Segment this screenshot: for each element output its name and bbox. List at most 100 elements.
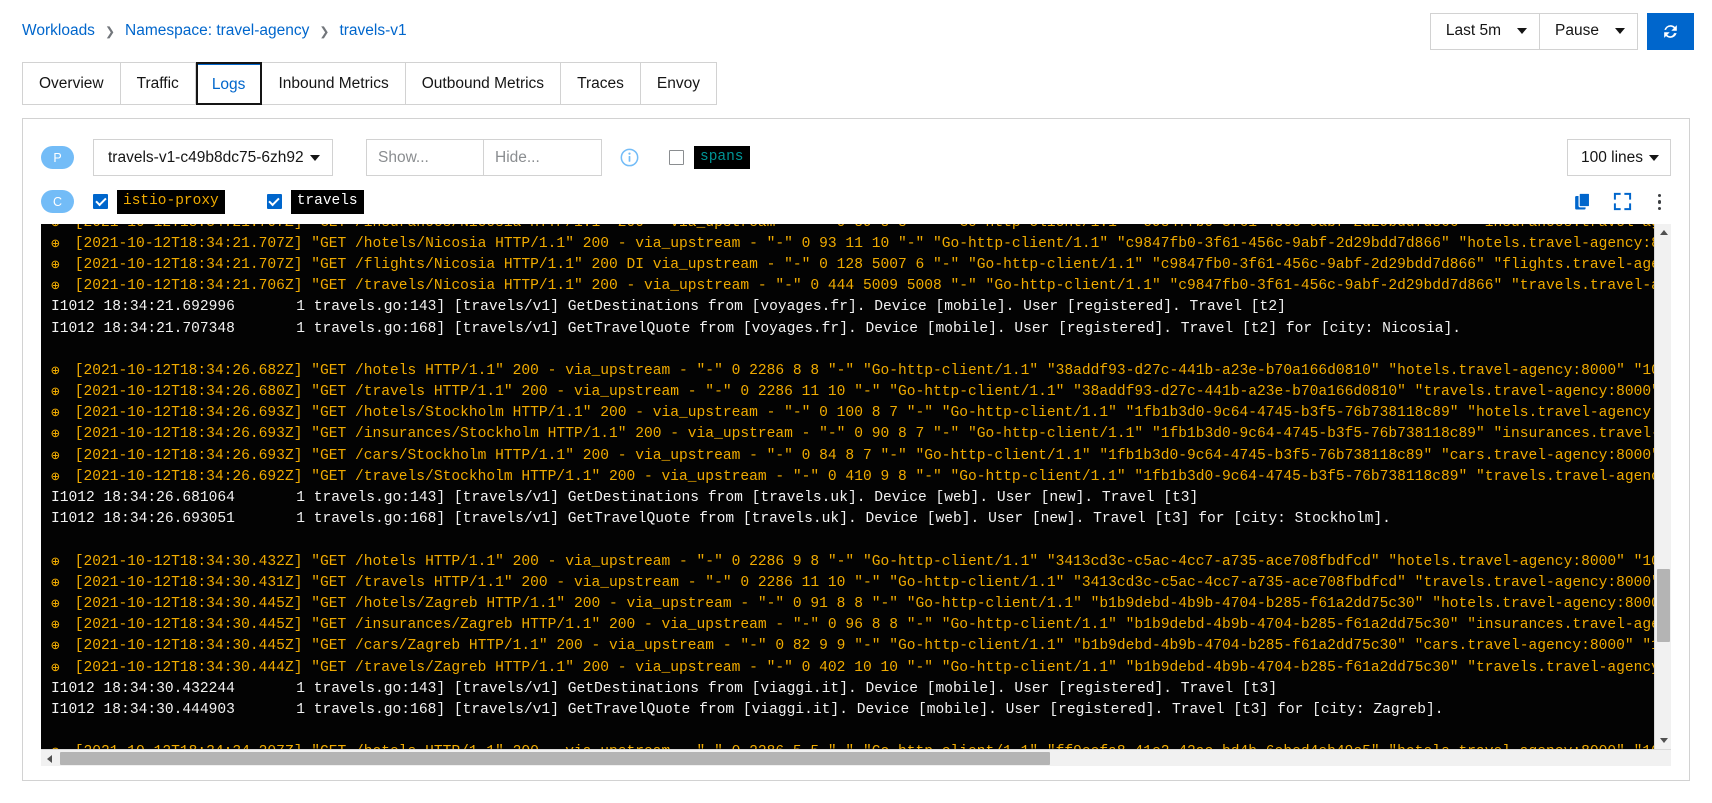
time-range-select[interactable]: Last 5m (1429, 12, 1541, 50)
log-line: ⊕ [2021-10-12T18:34:34.207Z] "GET /hotel… (41, 742, 1654, 749)
clock-icon: ⊕ (51, 639, 60, 656)
chevron-down-icon (1517, 28, 1528, 34)
clock-icon: ⊕ (51, 406, 60, 423)
container-badge: C (41, 190, 74, 214)
card-footer-spacer (41, 766, 1671, 780)
max-lines-value: 100 lines (1581, 148, 1644, 166)
clock-icon: ⊕ (51, 279, 60, 296)
kebab-dot (1657, 206, 1661, 211)
more-options-button[interactable] (1652, 192, 1668, 213)
container-label-istio-proxy[interactable]: istio-proxy (117, 190, 225, 214)
container-checkbox-istio-proxy[interactable] (93, 194, 108, 210)
breadcrumb-item-workload[interactable]: travels-v1 (339, 22, 406, 40)
spans-toggle-group: spans (669, 145, 750, 170)
info-circle-icon[interactable] (620, 148, 639, 167)
log-viewer: ⊕ [2021-10-12T18:34:21.707Z] "GET /insur… (41, 223, 1671, 780)
top-bar: Workloads ❯ Namespace: travel-agency ❯ t… (0, 0, 1712, 62)
log-line: ⊕ [2021-10-12T18:34:30.431Z] "GET /trave… (41, 573, 1654, 594)
tab-logs[interactable]: Logs (195, 62, 263, 105)
pod-select[interactable]: travels-v1-c49b8dc75-6zh92 (93, 139, 333, 176)
show-filter-input[interactable] (366, 139, 484, 176)
chevron-down-icon (1615, 28, 1625, 34)
clock-icon: ⊕ (51, 660, 60, 677)
log-vertical-scrollbar[interactable] (1654, 223, 1671, 749)
clock-icon: ⊕ (51, 257, 60, 274)
log-output[interactable]: ⊕ [2021-10-12T18:34:21.707Z] "GET /insur… (41, 224, 1654, 749)
refresh-button[interactable] (1647, 12, 1694, 50)
log-line: I1012 18:34:30.444903 1 travels.go:168] … (51, 701, 1444, 718)
logs-toolbar-row-pod: P travels-v1-c49b8dc75-6zh92 Show... Hid… (41, 139, 1671, 176)
log-line: ⊕ [2021-10-12T18:34:21.707Z] "GET /fligh… (41, 255, 1654, 276)
tab-traces[interactable]: Traces (561, 62, 641, 105)
refresh-icon (1664, 24, 1677, 38)
expand-button[interactable] (1613, 192, 1632, 211)
clock-icon: ⊕ (51, 363, 60, 380)
copy-button[interactable] (1574, 192, 1593, 211)
container-checkbox-travels[interactable] (266, 194, 282, 210)
chevron-down-icon (310, 154, 320, 161)
tab-traffic[interactable]: Traffic (120, 62, 196, 105)
workload-tabs: Overview Traffic Logs Inbound Metrics Ou… (0, 62, 1712, 106)
log-filter-group (366, 139, 602, 176)
tab-inbound-metrics[interactable]: Inbound Metrics (262, 62, 406, 105)
log-line: ⊕ [2021-10-12T18:34:21.707Z] "GET /insur… (41, 224, 1654, 234)
horizontal-scroll-thumb[interactable] (60, 752, 1050, 765)
breadcrumb: Workloads ❯ Namespace: travel-agency ❯ t… (22, 22, 407, 40)
chevron-right-icon: ❯ (104, 24, 115, 39)
clock-icon: ⊕ (51, 236, 60, 253)
log-line: I1012 18:34:21.707348 1 travels.go:168] … (51, 320, 1461, 337)
container-toggle-travels[interactable]: travels (266, 190, 364, 214)
log-horizontal-scrollbar[interactable] (41, 749, 1671, 766)
hide-filter-input[interactable] (484, 139, 602, 176)
clock-icon: ⊕ (51, 427, 60, 444)
clock-icon: ⊕ (51, 596, 60, 613)
chevron-down-icon (1659, 738, 1668, 743)
container-toggle-istio-proxy[interactable]: istio-proxy (93, 190, 225, 214)
kebab-dot (1657, 200, 1661, 204)
log-line: ⊕ [2021-10-12T18:34:21.706Z] "GET /trave… (41, 276, 1654, 297)
vertical-scroll-thumb[interactable] (1657, 568, 1670, 642)
clock-icon: ⊕ (51, 385, 60, 402)
log-line: ⊕ [2021-10-12T18:34:30.445Z] "GET /hotel… (41, 594, 1654, 615)
kebab-dot (1657, 193, 1661, 198)
scroll-down-arrow[interactable] (1655, 732, 1671, 749)
refresh-interval-select[interactable]: Pause (1540, 12, 1638, 50)
tab-overview[interactable]: Overview (22, 62, 121, 105)
log-line: ⊕ [2021-10-12T18:34:26.680Z] "GET /trave… (41, 382, 1654, 403)
refresh-interval-value: Pause (1555, 22, 1599, 39)
log-viewport: ⊕ [2021-10-12T18:34:21.707Z] "GET /insur… (41, 223, 1671, 749)
tab-outbound-metrics[interactable]: Outbound Metrics (405, 62, 562, 105)
log-line: ⊕ [2021-10-12T18:34:30.445Z] "GET /cars/… (41, 636, 1654, 657)
top-bar-controls: Last 5m Pause (1429, 12, 1694, 50)
log-line: ⊕ [2021-10-12T18:34:30.444Z] "GET /trave… (41, 658, 1654, 679)
scroll-up-arrow[interactable] (1655, 224, 1671, 241)
log-line: ⊕ [2021-10-12T18:34:26.692Z] "GET /trave… (41, 467, 1654, 488)
log-line: ⊕ [2021-10-12T18:34:26.693Z] "GET /insur… (41, 424, 1654, 445)
logs-card: P travels-v1-c49b8dc75-6zh92 Show... Hid… (22, 118, 1690, 781)
logs-toolbar-row-containers: C istio-proxy travels (41, 190, 1671, 214)
clock-icon: ⊕ (51, 448, 60, 465)
clock-icon: ⊕ (51, 469, 60, 486)
scroll-left-arrow[interactable] (41, 750, 58, 767)
spans-label[interactable]: spans (694, 145, 750, 170)
clock-icon: ⊕ (51, 223, 60, 232)
spans-checkbox[interactable] (669, 150, 684, 165)
log-line: ⊕ [2021-10-12T18:34:26.682Z] "GET /hotel… (41, 361, 1654, 382)
container-label-travels[interactable]: travels (290, 190, 364, 214)
max-lines-select[interactable]: 100 lines (1567, 139, 1671, 176)
log-line: I1012 18:34:30.432244 1 travels.go:143] … (51, 680, 1278, 697)
breadcrumb-item-workloads[interactable]: Workloads (22, 22, 95, 40)
log-actions (1574, 192, 1672, 213)
pod-badge: P (41, 146, 74, 169)
chevron-down-icon (1649, 154, 1659, 161)
chevron-up-icon (1659, 229, 1668, 235)
breadcrumb-item-namespace[interactable]: Namespace: travel-agency (125, 22, 309, 40)
clock-icon: ⊕ (51, 575, 60, 592)
workload-detail-page: Workloads ❯ Namespace: travel-agency ❯ t… (0, 0, 1712, 803)
time-range-value: Last 5m (1445, 22, 1502, 39)
tab-envoy[interactable]: Envoy (640, 62, 717, 105)
chevron-right-icon: ❯ (319, 24, 330, 39)
copy-icon (1574, 192, 1590, 210)
